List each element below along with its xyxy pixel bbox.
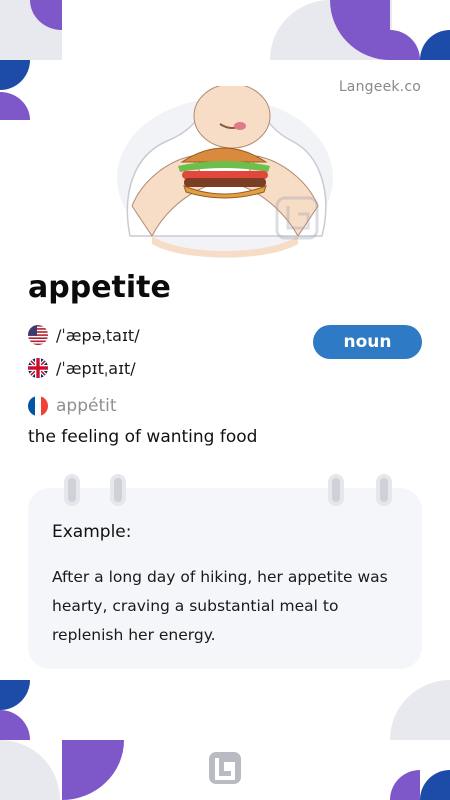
pronunciation-us[interactable]: /ˈæpəˌtaɪt/ (28, 324, 140, 346)
decor-top-left (0, 0, 62, 120)
decor-top-right (270, 0, 450, 60)
brand-site-label: Langeek.co (338, 79, 421, 95)
translation-text: appétit (56, 396, 117, 416)
france-flag-icon (28, 396, 48, 416)
decor-bottom-right (390, 680, 450, 800)
example-title: Example: (52, 522, 132, 542)
langeek-logo-icon (209, 752, 241, 784)
translation-french: appétit (28, 394, 117, 418)
us-flag-icon (28, 325, 48, 345)
binder-ring-icon (64, 474, 80, 506)
binder-ring-icon (110, 474, 126, 506)
part-of-speech-badge[interactable]: noun (313, 325, 422, 359)
pronunciation-us-ipa: /ˈæpəˌtaɪt/ (56, 325, 140, 345)
headword: appetite (28, 270, 171, 305)
pronunciation-uk-ipa: /ˈæpɪtˌaɪt/ (56, 358, 136, 378)
burger-eating-illustration (117, 86, 333, 258)
uk-flag-icon (28, 358, 48, 378)
binder-ring-icon (328, 474, 344, 506)
decor-bottom-left (0, 680, 124, 800)
binder-ring-icon (376, 474, 392, 506)
definition-text: the feeling of wanting food (28, 427, 258, 447)
pronunciation-uk[interactable]: /ˈæpɪtˌaɪt/ (28, 357, 136, 379)
example-sentence: After a long day of hiking, her appetite… (52, 568, 388, 644)
